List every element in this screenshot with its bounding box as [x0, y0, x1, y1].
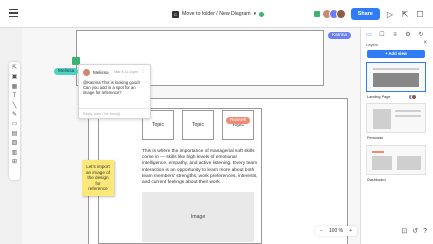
avatar[interactable] — [335, 9, 346, 19]
bottom-actions: ⊡ ↺ ? — [401, 226, 427, 236]
view-label[interactable]: Dashboard — [367, 178, 386, 182]
more-icon[interactable]: ⋮ — [141, 68, 146, 74]
comment-header: Melissa — [83, 69, 109, 76]
breadcrumb[interactable]: C Move to folder / New Diagram ▾ — [172, 9, 265, 19]
sticky-note[interactable]: Let's import an image of the design for … — [82, 160, 114, 196]
share-button[interactable]: Share — [350, 8, 380, 20]
topic-box[interactable]: Topic — [182, 110, 214, 140]
sticky-icon[interactable]: ▭ — [11, 121, 18, 128]
select-icon[interactable]: ⇱ — [11, 65, 18, 72]
image-icon[interactable]: ▧ — [11, 140, 18, 147]
close-icon[interactable]: × — [423, 40, 427, 46]
reply-input[interactable]: Reply (use / for emoji) — [79, 108, 150, 118]
menu-icon[interactable] — [9, 9, 18, 17]
view-thumbnail[interactable] — [366, 62, 426, 92]
topic-box[interactable]: Topic — [222, 110, 254, 140]
frame-icon[interactable]: ▤ — [11, 131, 18, 138]
flag-icon[interactable] — [313, 11, 320, 17]
more-tools-icon[interactable]: ⊞ — [11, 159, 18, 166]
image-placeholder[interactable]: Image — [142, 192, 254, 242]
cursor-tag-russell: Russell — [226, 117, 250, 124]
chevron-down-icon[interactable]: ▾ — [254, 11, 257, 17]
app-logo-icon: C — [172, 10, 179, 18]
zoom-out-icon[interactable]: − — [320, 228, 323, 234]
add-view-button[interactable]: + Add view — [367, 50, 425, 58]
export-icon[interactable]: ⇱ — [400, 9, 410, 19]
comments-icon[interactable]: ☐ — [378, 31, 386, 39]
canvas[interactable]: Topic Topic Topic This is where the impo… — [22, 28, 360, 244]
text-icon[interactable]: T — [11, 93, 18, 100]
view-viewers — [408, 94, 417, 100]
grid-icon[interactable]: ▦ — [11, 84, 18, 91]
cursor-tag-melissa: Melissa — [54, 68, 79, 75]
cursor-tag-katrina: Katrina — [328, 32, 352, 39]
settings-icon[interactable]: ⚙ — [404, 31, 412, 39]
zoom-in-icon[interactable]: + — [349, 228, 352, 234]
panel-tabs: ▭ ☐ ≡ ⚙ ↻ — [365, 31, 425, 39]
pages-icon[interactable]: ▭ — [365, 31, 373, 39]
view-thumbnail[interactable] — [366, 145, 426, 175]
header-actions: Share ▷ ⇱ ☐ — [313, 6, 425, 22]
comment-popup[interactable]: Melissa Mar 8 11:11pm ⋮ @Katrina This is… — [78, 64, 151, 119]
comment-text: @Katrina This is looking good! Can you a… — [83, 80, 140, 96]
body-text[interactable]: This is where the importance of manageri… — [142, 149, 260, 186]
shape-library-icon[interactable]: ▣ — [11, 74, 18, 81]
layers-icon[interactable]: ≡ — [391, 31, 399, 39]
history-icon[interactable]: ↺ — [412, 227, 418, 235]
collaborator-avatars[interactable] — [321, 9, 346, 19]
comment-author: Melissa — [93, 70, 109, 75]
zoom-controls: − 100 % + — [314, 226, 357, 236]
views-panel: ▭ ☐ ≡ ⚙ ↻ Layers × + Add view Landing Pa… — [360, 28, 433, 244]
view-thumbnail[interactable] — [366, 103, 426, 133]
saved-status-icon — [259, 11, 265, 17]
left-toolbar: ⇱ ▣ ▦ T ╲ ✎ ▭ ▤ ▧ ▥ ⊞ — [9, 62, 20, 180]
top-bar: C Move to folder / New Diagram ▾ Share ▷… — [0, 0, 433, 28]
view-label[interactable]: Personas — [367, 136, 383, 140]
fit-icon[interactable]: ⊡ — [401, 227, 407, 235]
pen-icon[interactable]: ✎ — [11, 112, 18, 119]
document-path[interactable]: Move to folder / New Diagram — [182, 11, 251, 17]
avatar — [83, 69, 90, 76]
table-icon[interactable]: ▥ — [11, 150, 18, 157]
present-icon[interactable]: ▷ — [385, 9, 395, 19]
comment-time: Mar 8 11:11pm — [114, 70, 138, 74]
view-label[interactable]: Landing Page — [367, 95, 390, 99]
panel-title: Layers — [366, 42, 379, 47]
zoom-level[interactable]: 100 % — [329, 228, 343, 234]
chat-icon[interactable]: ☐ — [415, 9, 425, 19]
line-icon[interactable]: ╲ — [11, 103, 18, 110]
history-icon[interactable]: ↻ — [417, 31, 425, 39]
help-icon[interactable]: ? — [423, 228, 427, 235]
